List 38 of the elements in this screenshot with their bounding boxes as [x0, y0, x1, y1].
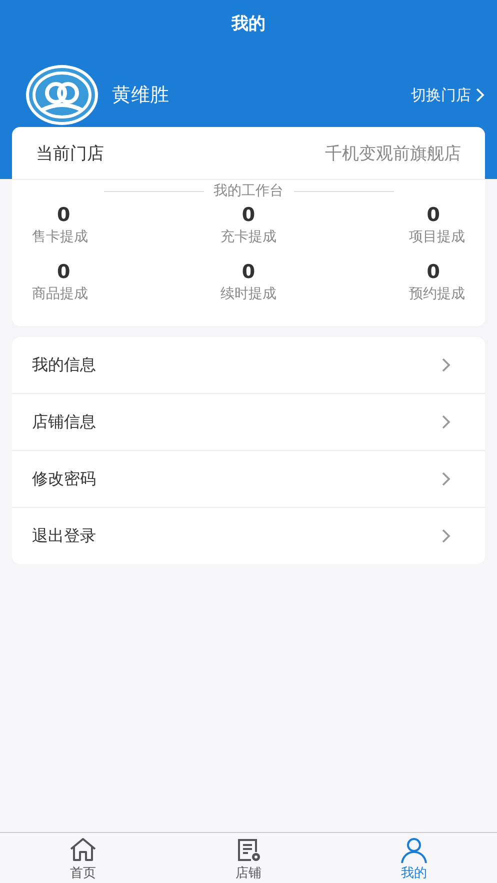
user-name: 黄维胜	[112, 83, 170, 108]
stat-label: 项目提成	[409, 228, 465, 246]
stat-value: 0	[242, 203, 256, 228]
menu-label: 店铺信息	[32, 412, 96, 432]
section-title: 我的工作台	[214, 182, 284, 200]
stat-value: 0	[426, 260, 440, 285]
chevron-right-icon	[441, 528, 451, 544]
menu-item[interactable]: 退出登录	[12, 508, 485, 564]
chevron-right-icon	[441, 357, 451, 373]
stat-value: 0	[242, 260, 256, 285]
stat-label: 售卡提成	[32, 228, 88, 246]
avatar-logo-icon	[24, 64, 100, 126]
menu-label: 退出登录	[32, 526, 96, 546]
menu-item[interactable]: 修改密码	[12, 451, 485, 508]
nav-tab[interactable]: 首页	[0, 833, 166, 883]
stat-label: 充卡提成	[220, 228, 276, 246]
menu-label: 我的信息	[32, 354, 96, 376]
nav-tab[interactable]: 我的	[331, 833, 497, 883]
stat-label: 续时提成	[220, 285, 276, 303]
store-name: 千机变观前旗舰店	[325, 142, 461, 164]
chevron-right-icon	[441, 414, 451, 430]
stat-value: 0	[57, 260, 70, 285]
chevron-right-icon	[441, 471, 451, 487]
user-icon	[399, 836, 430, 864]
page-title: 我的	[230, 13, 266, 36]
chevron-right-icon	[475, 87, 485, 103]
switch-store-link[interactable]: 切换门店	[411, 86, 485, 104]
menu-item[interactable]: 店铺信息	[12, 394, 485, 451]
store-label: 当前门店	[36, 142, 104, 164]
menu-label: 修改密码	[32, 468, 96, 490]
home-icon	[68, 836, 98, 864]
menu-item[interactable]: 我的信息	[12, 337, 485, 394]
stat-value: 0	[426, 203, 440, 228]
stat-label: 预约提成	[409, 285, 465, 303]
stat-label: 商品提成	[32, 285, 88, 303]
nav-tab[interactable]: 店铺	[166, 833, 332, 883]
stat-value: 0	[57, 203, 70, 228]
current-store-row[interactable]: 当前门店 千机变观前旗舰店	[12, 127, 485, 180]
